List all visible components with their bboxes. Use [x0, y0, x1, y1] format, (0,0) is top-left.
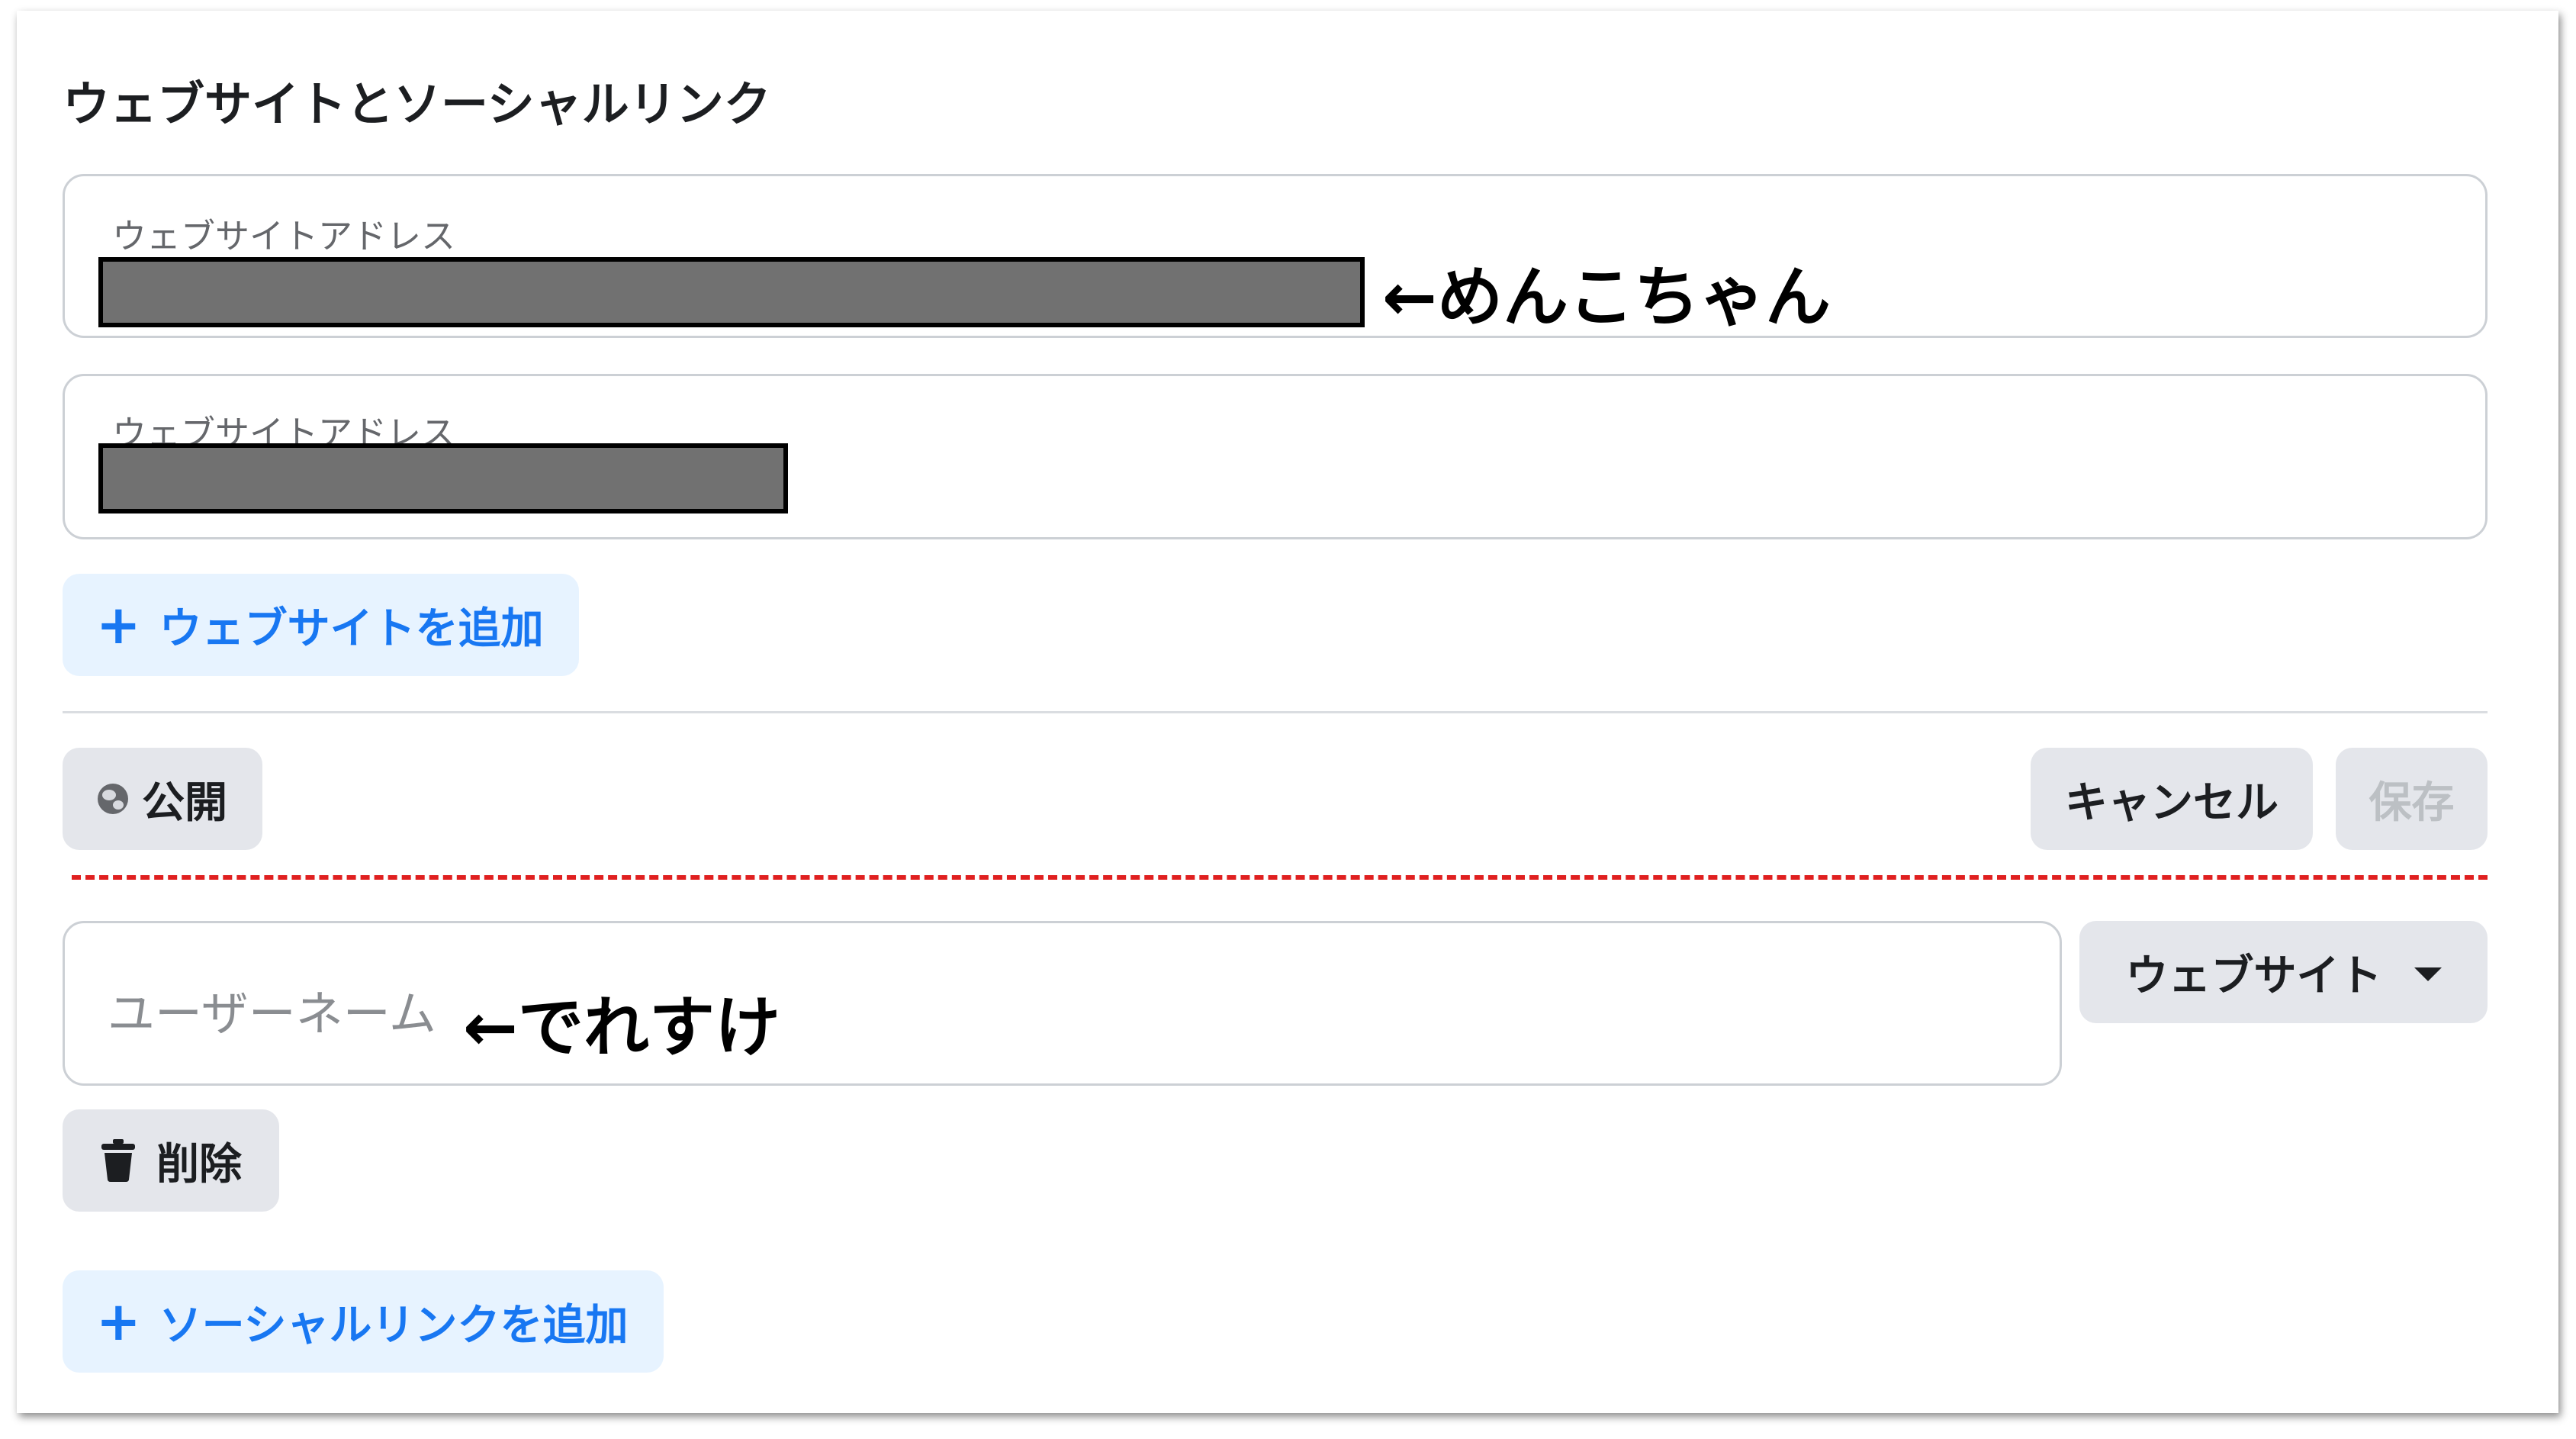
annotation-deresuke: ←でれすけ: [463, 990, 781, 1066]
add-website-button[interactable]: + ウェブサイトを追加: [63, 574, 579, 676]
website-address-field-2[interactable]: ウェブサイトアドレス: [63, 374, 2488, 539]
save-button[interactable]: 保存: [2336, 748, 2488, 850]
delete-label: 削除: [156, 1139, 242, 1190]
add-social-link-label: ソーシャルリンクを追加: [159, 1300, 629, 1350]
username-input[interactable]: ユーザーネーム: [63, 921, 2062, 1086]
dashed-separator: [72, 875, 2488, 880]
annotation-menko: ←めんこちゃん: [1382, 259, 1832, 336]
privacy-public-button[interactable]: 公開: [63, 748, 262, 850]
redacted-website-value-1: [98, 257, 1365, 327]
caret-down-icon: [2414, 967, 2442, 981]
website-address-label-1: ウェブサイトアドレス: [112, 216, 456, 256]
cancel-label: キャンセル: [2065, 777, 2279, 828]
globe-icon: [98, 784, 128, 814]
add-website-label: ウェブサイトを追加: [159, 604, 544, 654]
redacted-website-value-2: [98, 443, 788, 513]
section-title: ウェブサイトとソーシャルリンク: [63, 76, 771, 132]
plus-icon: +: [96, 1290, 141, 1353]
plus-icon: +: [96, 594, 141, 656]
platform-label: ウェブサイト: [2125, 951, 2382, 1001]
cancel-button[interactable]: キャンセル: [2031, 748, 2313, 850]
platform-dropdown[interactable]: ウェブサイト: [2079, 921, 2488, 1023]
website-address-field-1[interactable]: ウェブサイトアドレス: [63, 174, 2488, 338]
divider: [63, 711, 2488, 713]
save-label: 保存: [2369, 777, 2455, 828]
trash-icon: [101, 1139, 135, 1182]
delete-button[interactable]: 削除: [63, 1109, 279, 1212]
privacy-label: 公開: [142, 777, 227, 828]
settings-panel: ウェブサイトとソーシャルリンク ウェブサイトアドレス ←めんこちゃん ウェブサイ…: [17, 11, 2558, 1413]
username-placeholder: ユーザーネーム: [108, 986, 436, 1041]
add-social-link-button[interactable]: + ソーシャルリンクを追加: [63, 1270, 664, 1373]
